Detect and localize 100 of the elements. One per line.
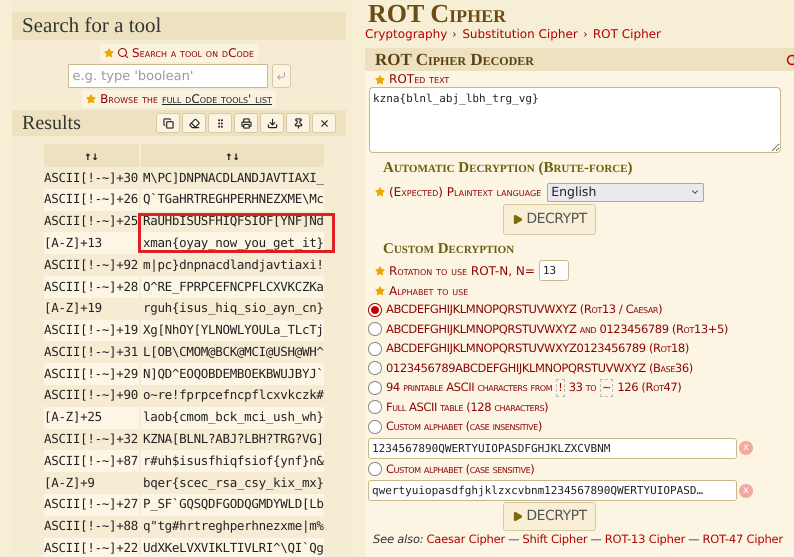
search-icon bbox=[117, 47, 130, 59]
option-label: 94 printable ASCII characters from bbox=[386, 379, 552, 396]
separator-text: — bbox=[688, 532, 700, 546]
breadcrumb-link[interactable]: Cryptography bbox=[365, 27, 448, 42]
section-header: ROT Cipher Decoder bbox=[375, 48, 534, 71]
star-icon bbox=[375, 74, 385, 84]
close-button[interactable] bbox=[312, 113, 336, 133]
table-cell: N]QD^EOQOBDEMBOEKBWUJBYJ` bbox=[141, 363, 324, 385]
section-subheader: Custom Decryption bbox=[382, 240, 516, 258]
table-cell-text: q"tg#hrtreghperhnezxme|m% bbox=[142, 517, 324, 536]
field-label: Rotation to use ROT-N, N= bbox=[389, 262, 535, 280]
close-icon bbox=[318, 118, 330, 128]
table-cell: Q`TGaHRTREGHPERHNEZXME\Mc bbox=[141, 188, 324, 211]
see-also-label: See also: bbox=[373, 532, 424, 546]
radio-button[interactable] bbox=[368, 322, 382, 336]
chevron-icon bbox=[582, 31, 589, 38]
table-cell-text: ASCII[!-~]+30 bbox=[44, 168, 139, 187]
related-link[interactable]: Shift Cipher bbox=[522, 532, 588, 546]
eraser-icon bbox=[188, 118, 200, 128]
related-link[interactable]: Caesar Cipher bbox=[426, 532, 506, 546]
radio-button[interactable] bbox=[368, 400, 382, 414]
sort-header[interactable]: ↑↓ bbox=[141, 144, 324, 167]
grip-button[interactable] bbox=[208, 113, 232, 133]
download-button[interactable] bbox=[260, 113, 284, 133]
table-cell: O^RE_FPRPCEFNCPFLCXVKCZKa bbox=[141, 276, 324, 298]
option-label: 126 (Rot47) bbox=[617, 379, 682, 396]
related-link[interactable]: ROT-13 Cipher bbox=[604, 532, 686, 546]
enter-icon bbox=[276, 71, 286, 81]
field-label: ROTed text bbox=[389, 72, 450, 87]
table-cell-text: ASCII[!-~]+32 bbox=[44, 430, 139, 448]
pin-icon bbox=[292, 118, 304, 128]
language-select[interactable]: English bbox=[547, 182, 704, 202]
rotation-field[interactable]: 13 bbox=[538, 260, 569, 281]
related-link[interactable]: ROT-47 Cipher bbox=[702, 532, 783, 546]
radio-button[interactable] bbox=[368, 361, 382, 376]
table-cell: [A-Z]+25 bbox=[44, 406, 139, 429]
table-cell: ASCII[!-~]+28 bbox=[44, 276, 139, 298]
printer-icon bbox=[240, 118, 252, 128]
option-label: 0123456789ABCDEFGHIJKLMNOPQRSTUVWXYZ (Base36) bbox=[386, 360, 693, 377]
field-label: (Expected) Plaintext language bbox=[389, 184, 542, 201]
panel-header: Search for a tool bbox=[12, 12, 346, 40]
table-cell: r#uh$isusfhiqfsiof{ynf}n& bbox=[141, 450, 324, 472]
table-cell-text: RaUHbISUSFHIQFSIOF[YNF]Nd bbox=[142, 212, 324, 230]
page-title: ROT Cipher bbox=[367, 0, 508, 27]
option-label: ABCDEFGHIJKLMNOPQRSTUVWXYZ and 0123456789 (Rot13+5) bbox=[386, 320, 728, 338]
table-cell: ASCII[!-~]+22 bbox=[44, 538, 139, 557]
ciphertext-field[interactable]: kzna{blnl_abj_lbh_trg_vg} bbox=[369, 87, 781, 153]
radio-button[interactable] bbox=[368, 380, 382, 395]
table-cell: ASCII[!-~]+29 bbox=[44, 363, 139, 385]
play-icon bbox=[512, 214, 524, 224]
table-cell: Xg[NhOY[YLNOWLYOULa_TLcTj bbox=[141, 320, 324, 342]
table-cell-text: o~re!fprpcefncpflcxvkczk# bbox=[142, 386, 324, 404]
table-cell-text: ASCII[!-~]+90 bbox=[44, 386, 139, 404]
copy-button[interactable] bbox=[156, 113, 180, 133]
search-field[interactable]: e.g. type 'boolean' bbox=[68, 64, 268, 88]
table-cell: ASCII[!-~]+26 bbox=[44, 188, 139, 211]
table-cell-text: [A-Z]+9 bbox=[44, 474, 96, 492]
radio-button[interactable] bbox=[368, 420, 382, 434]
decrypt-button[interactable]: DECRYPT bbox=[503, 502, 596, 531]
table-cell-text: [A-Z]+19 bbox=[44, 299, 103, 318]
table-cell: [A-Z]+13 bbox=[44, 232, 139, 254]
radio-button[interactable] bbox=[368, 342, 382, 356]
table-cell: laob{cmom_bck_mci_ush_wh} bbox=[141, 406, 324, 429]
decrypt-button[interactable]: DECRYPT bbox=[503, 204, 596, 234]
table-cell: ASCII[!-~]+27 bbox=[44, 494, 139, 516]
download-icon bbox=[266, 118, 278, 128]
separator-text: — bbox=[508, 532, 520, 546]
browse-text: Browse the bbox=[100, 91, 158, 108]
eraser-button[interactable] bbox=[182, 113, 206, 133]
alphabet-field[interactable]: qwertyuiopasdfghjklzxcvbnm1234567890QWERTYUIOPASD… bbox=[368, 480, 737, 501]
table-cell-text: ASCII[!-~]+25 bbox=[44, 212, 139, 230]
section-subheader: Automatic Decryption (Brute-force) bbox=[382, 159, 634, 178]
breadcrumb-link[interactable]: ROT Cipher bbox=[592, 27, 661, 42]
star-icon bbox=[104, 48, 114, 58]
radio-button[interactable] bbox=[368, 302, 382, 317]
table-cell-text: KZNA[BLNL?ABJ?LBH?TRG?VG] bbox=[142, 430, 324, 448]
play-icon bbox=[512, 511, 524, 522]
table-cell-text: m|pc}dnpnacdlandjavtiaxi! bbox=[142, 256, 324, 274]
alphabet-field[interactable]: 1234567890QWERTYUIOPASDFGHJKLZXCVBNM bbox=[368, 438, 737, 458]
option-label: Custom alphabet (case insensitive) bbox=[386, 418, 542, 436]
tools-list-link[interactable]: full dCode tools' list bbox=[162, 90, 272, 108]
chevron-icon bbox=[451, 31, 458, 38]
character-sample: ! bbox=[556, 378, 565, 397]
character-sample: ~ bbox=[600, 378, 614, 397]
star-icon bbox=[375, 187, 385, 197]
field-label: Alphabet to use bbox=[389, 283, 468, 300]
table-cell-text: ASCII[!-~]+31 bbox=[44, 342, 139, 361]
option-label: Full ASCII table (128 characters) bbox=[386, 398, 548, 416]
option-label: 33 to bbox=[568, 379, 596, 396]
sort-header[interactable]: ↑↓ bbox=[44, 144, 139, 167]
separator-text: — bbox=[590, 532, 602, 546]
radio-button[interactable] bbox=[368, 462, 382, 476]
printer-button[interactable] bbox=[234, 113, 258, 133]
option-label: ABCDEFGHIJKLMNOPQRSTUVWXYZ0123456789 (Rot18) bbox=[386, 340, 689, 358]
table-cell: UdXKeLVXVIKLTIVLRI^\QI`Qg bbox=[141, 538, 324, 557]
pin-button[interactable] bbox=[286, 113, 310, 133]
star-icon bbox=[86, 94, 96, 104]
option-label: ABCDEFGHIJKLMNOPQRSTUVWXYZ (Rot13 / Caesar) bbox=[386, 301, 662, 318]
search-tool-link[interactable]: Search a tool on dCode bbox=[100, 44, 258, 62]
breadcrumb-link[interactable]: Substitution Cipher bbox=[462, 27, 578, 42]
